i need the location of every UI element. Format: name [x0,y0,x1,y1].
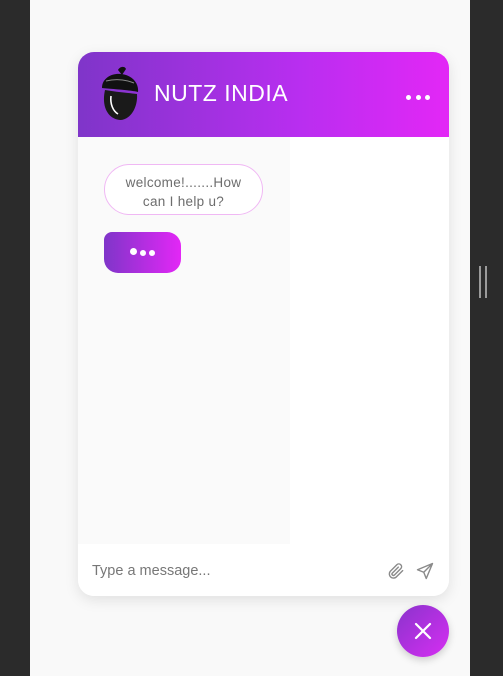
more-horizontal-icon [406,94,411,100]
send-icon[interactable] [415,561,435,581]
close-chat-button[interactable] [397,605,449,657]
more-options-button[interactable] [406,92,430,102]
chat-title: NUTZ INDIA [154,80,289,106]
message-input[interactable] [92,552,382,590]
message-list: welcome!.......How can I help u? [78,137,290,544]
bot-message-bubble: welcome!.......How can I help u? [104,164,263,215]
chat-header: NUTZ INDIA [78,52,449,137]
composer-bar [78,544,449,596]
paperclip-icon[interactable] [386,561,406,581]
acorn-icon [102,66,139,120]
typing-dots-icon [130,247,137,255]
window-resize-handle[interactable] [479,266,487,298]
close-icon [414,622,432,640]
typing-indicator [104,232,181,273]
chat-widget: NUTZ INDIA welcome!.......How can I help… [78,52,449,596]
